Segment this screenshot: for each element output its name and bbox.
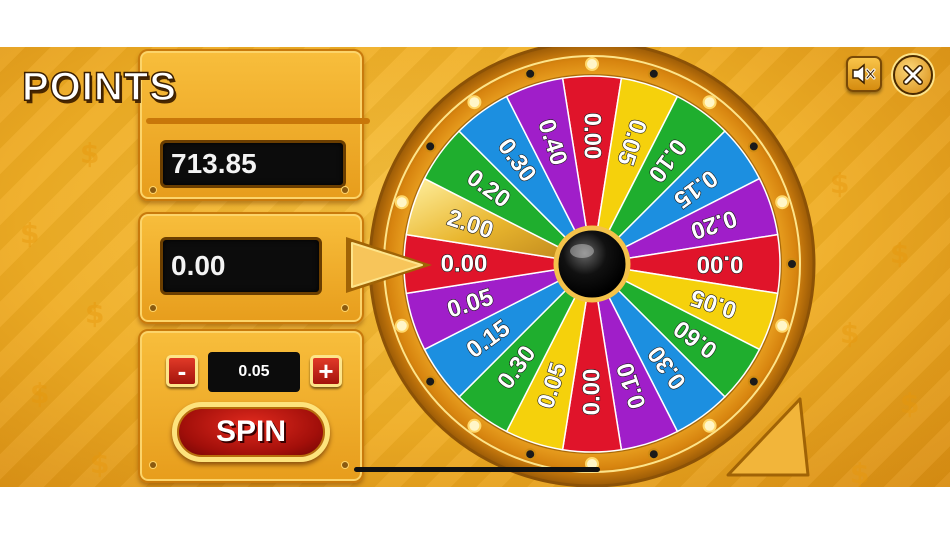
increase-bet-button[interactable]: +: [310, 355, 342, 387]
rim-light: [775, 318, 790, 333]
rivet: [342, 462, 348, 468]
bet-amount-display: 0.05: [208, 352, 300, 392]
wheel-segment-label: 0.00: [697, 251, 744, 278]
rim-stud: [424, 140, 437, 153]
rivet: [150, 305, 156, 311]
rim-stud: [424, 375, 437, 388]
wheel-hub: [553, 225, 631, 303]
rim-light: [702, 418, 717, 433]
rim-stud: [647, 67, 660, 80]
rim-light: [467, 418, 482, 433]
game-screen: $ $ $ $ $ $ $ $ $ $ $ 0.00 0.05 0.10 0.1…: [0, 47, 950, 487]
rim-light: [585, 57, 599, 71]
rim-stud: [647, 448, 660, 461]
rivet: [342, 187, 348, 193]
close-icon: [903, 65, 923, 85]
wheel-segment-label: 0.00: [579, 369, 606, 416]
rim-light: [775, 195, 790, 210]
rim-light: [467, 95, 482, 110]
rim-stud: [524, 448, 537, 461]
title-divider: [146, 118, 370, 124]
home-indicator[interactable]: [354, 467, 600, 472]
prize-wheel: 0.00 0.050.100.150.200.000.050.600.300.10…: [346, 47, 816, 487]
rim-light: [394, 318, 409, 333]
rim-stud: [786, 258, 798, 270]
rivet: [342, 305, 348, 311]
speaker-mute-icon: [852, 63, 876, 85]
rim-stud: [524, 67, 537, 80]
spin-button[interactable]: SPIN: [172, 402, 330, 462]
points-title: POINTS: [21, 64, 177, 110]
wheel-segment-label: 0.00: [441, 251, 488, 278]
rim-light: [394, 195, 409, 210]
rivet: [150, 187, 156, 193]
close-button[interactable]: [893, 55, 933, 95]
rim-stud: [747, 375, 760, 388]
rim-stud: [747, 140, 760, 153]
wheel-segment-label: 0.00: [579, 113, 606, 160]
mute-button[interactable]: [846, 56, 882, 92]
win-amount-display: 0.00: [160, 237, 322, 295]
rim-light: [702, 95, 717, 110]
points-balance-display: 713.85: [160, 140, 346, 188]
decrease-bet-button[interactable]: -: [166, 355, 198, 387]
rivet: [150, 462, 156, 468]
